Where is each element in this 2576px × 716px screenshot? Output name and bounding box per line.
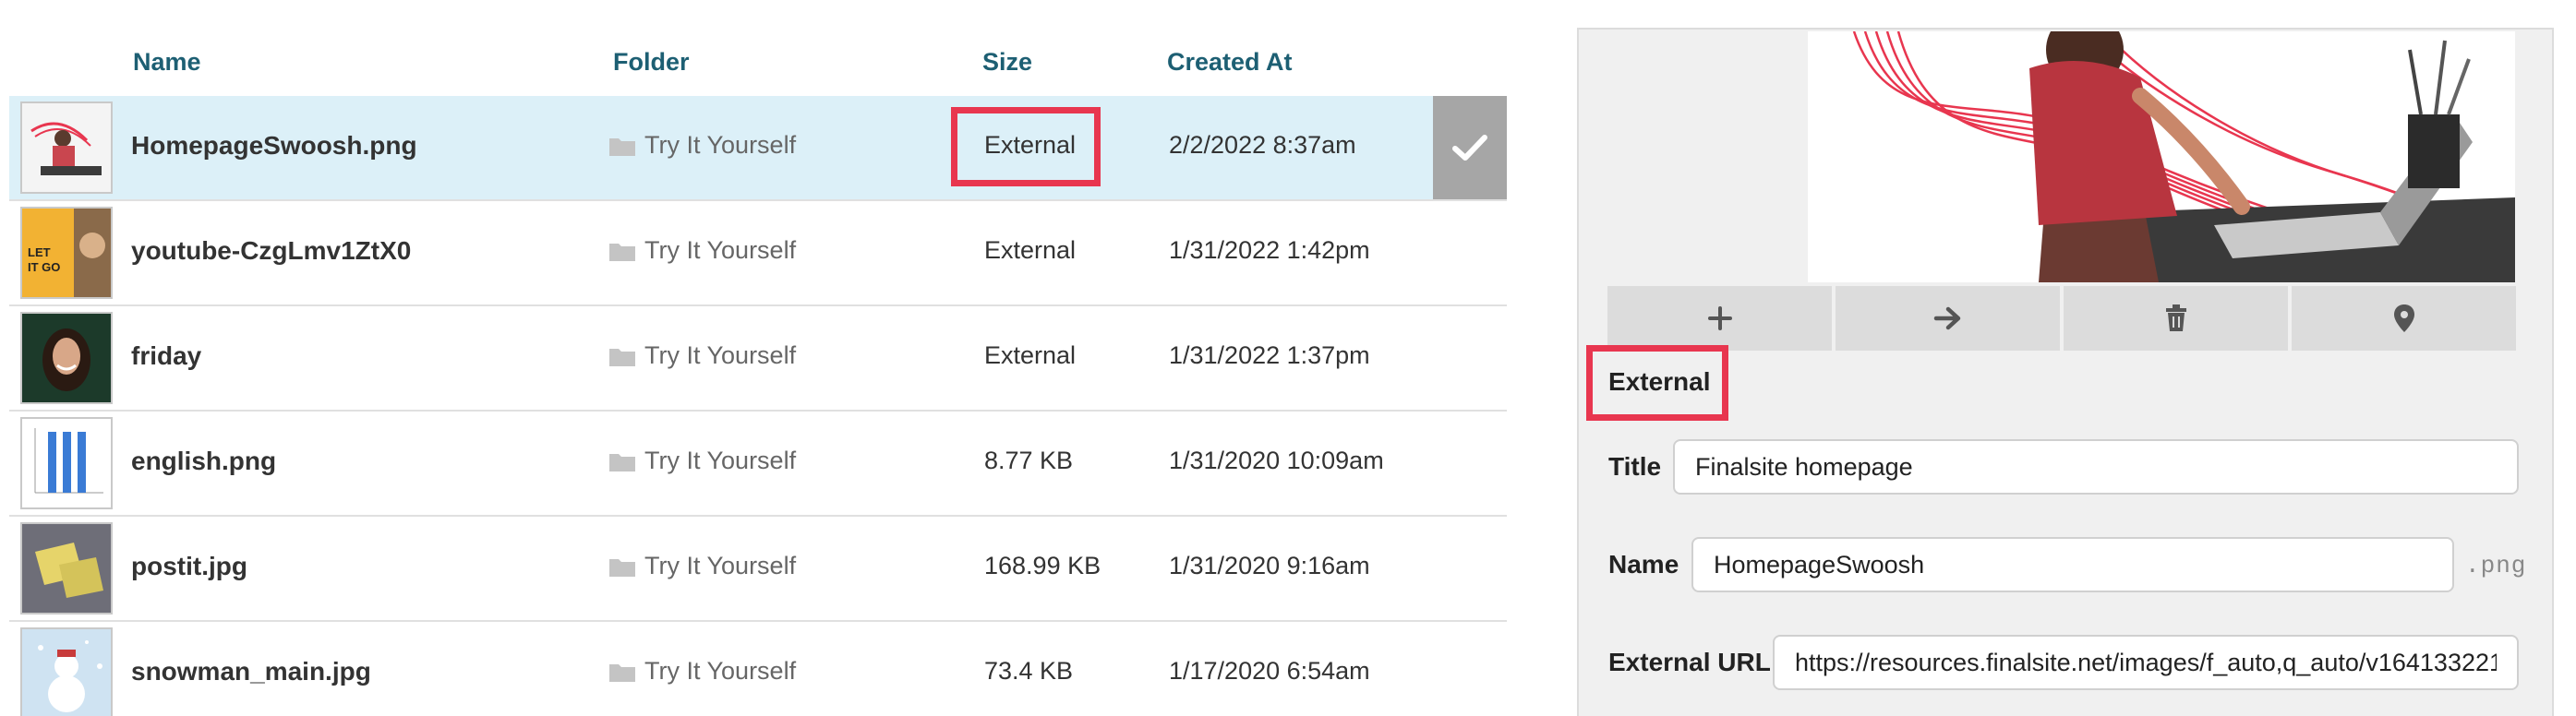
map-pin-icon [2393, 304, 2414, 332]
file-size: External [984, 341, 1077, 369]
file-name[interactable]: HomepageSwoosh.png [131, 131, 417, 161]
folder-name: Try It Yourself [644, 447, 797, 474]
file-created-at: 1/31/2020 9:16am [1169, 552, 1370, 579]
file-size: 168.99 KB [984, 552, 1101, 579]
bar-chart-thumbnail [20, 417, 113, 509]
move-button[interactable] [1836, 286, 2060, 351]
file-created-at: 1/31/2022 1:42pm [1169, 236, 1370, 264]
checkmark-icon [1452, 135, 1487, 161]
sticky-notes-thumbnail [20, 522, 113, 615]
folder-icon [609, 348, 635, 366]
folder-cell: Try It Yourself [609, 657, 796, 686]
file-extension-suffix: .png [2465, 552, 2527, 579]
folder-cell: Try It Yourself [609, 131, 796, 160]
portrait-thumbnail [20, 312, 113, 404]
table-row[interactable]: postit.jpg Try It Yourself 168.99 KB 1/3… [9, 517, 1507, 622]
video-thumbnail: LET IT GO [20, 207, 113, 299]
folder-name: Try It Yourself [644, 552, 797, 579]
table-row[interactable]: snowman_main.jpg Try It Yourself 73.4 KB… [9, 622, 1507, 716]
source-highlight-box [1586, 345, 1728, 421]
plus-icon [1707, 306, 1732, 330]
file-created-at: 1/31/2022 1:37pm [1169, 341, 1370, 369]
arrow-right-icon [1933, 306, 1960, 330]
folder-icon [609, 243, 635, 261]
folder-name: Try It Yourself [644, 657, 797, 685]
folder-cell: Try It Yourself [609, 341, 796, 370]
table-row[interactable]: english.png Try It Yourself 8.77 KB 1/31… [9, 412, 1507, 517]
video-thumb-text-line2: IT GO [28, 260, 60, 274]
title-input[interactable] [1673, 439, 2519, 495]
file-created-at: 1/17/2020 6:54am [1169, 657, 1370, 685]
column-header-folder[interactable]: Folder [613, 48, 690, 77]
file-name[interactable]: english.png [131, 447, 276, 476]
external-url-input[interactable] [1773, 635, 2519, 690]
image-preview [1808, 31, 2515, 282]
column-header-name[interactable]: Name [133, 48, 201, 77]
add-button[interactable] [1607, 286, 1832, 351]
name-input[interactable] [1691, 537, 2454, 592]
folder-icon [609, 453, 635, 471]
file-size: 73.4 KB [984, 657, 1074, 685]
office-woman-thumbnail [20, 101, 113, 194]
table-row[interactable]: friday Try It Yourself External 1/31/202… [9, 306, 1507, 412]
file-list: Name Folder Size Created At HomepageSwoo… [0, 0, 1511, 716]
set-focal-point-button[interactable] [2292, 286, 2516, 351]
folder-cell: Try It Yourself [609, 447, 796, 475]
folder-name: Try It Yourself [644, 341, 797, 369]
table-row[interactable]: HomepageSwoosh.png Try It Yourself Exter… [9, 96, 1507, 201]
file-name[interactable]: friday [131, 341, 201, 371]
folder-name: Try It Yourself [644, 236, 797, 264]
size-highlight-box [951, 107, 1101, 186]
select-toggle[interactable] [1433, 96, 1507, 199]
column-header-size[interactable]: Size [982, 48, 1032, 77]
file-created-at: 2/2/2022 8:37am [1169, 131, 1356, 159]
file-size: External [984, 236, 1077, 264]
title-label: Title [1608, 452, 1662, 481]
file-created-at: 1/31/2020 10:09am [1169, 447, 1384, 474]
file-size: 8.77 KB [984, 447, 1074, 474]
folder-icon [609, 663, 635, 682]
folder-name: Try It Yourself [644, 131, 797, 159]
file-name[interactable]: postit.jpg [131, 552, 247, 581]
video-thumb-text-line1: LET [28, 245, 51, 259]
folder-icon [609, 558, 635, 577]
file-name[interactable]: snowman_main.jpg [131, 657, 371, 686]
media-toolbar [1607, 286, 2516, 351]
column-header-created-at[interactable]: Created At [1167, 48, 1293, 77]
folder-cell: Try It Yourself [609, 236, 796, 265]
name-label: Name [1608, 550, 1679, 579]
external-url-label: External URL [1608, 648, 1771, 676]
folder-icon [609, 137, 635, 156]
folder-cell: Try It Yourself [609, 552, 796, 580]
file-name[interactable]: youtube-CzgLmv1ZtX0 [131, 236, 411, 266]
delete-button[interactable] [2064, 286, 2288, 351]
trash-icon [2165, 304, 2186, 331]
snowman-thumbnail [20, 627, 113, 716]
table-row[interactable]: LET IT GO youtube-CzgLmv1ZtX0 Try It You… [9, 201, 1507, 306]
